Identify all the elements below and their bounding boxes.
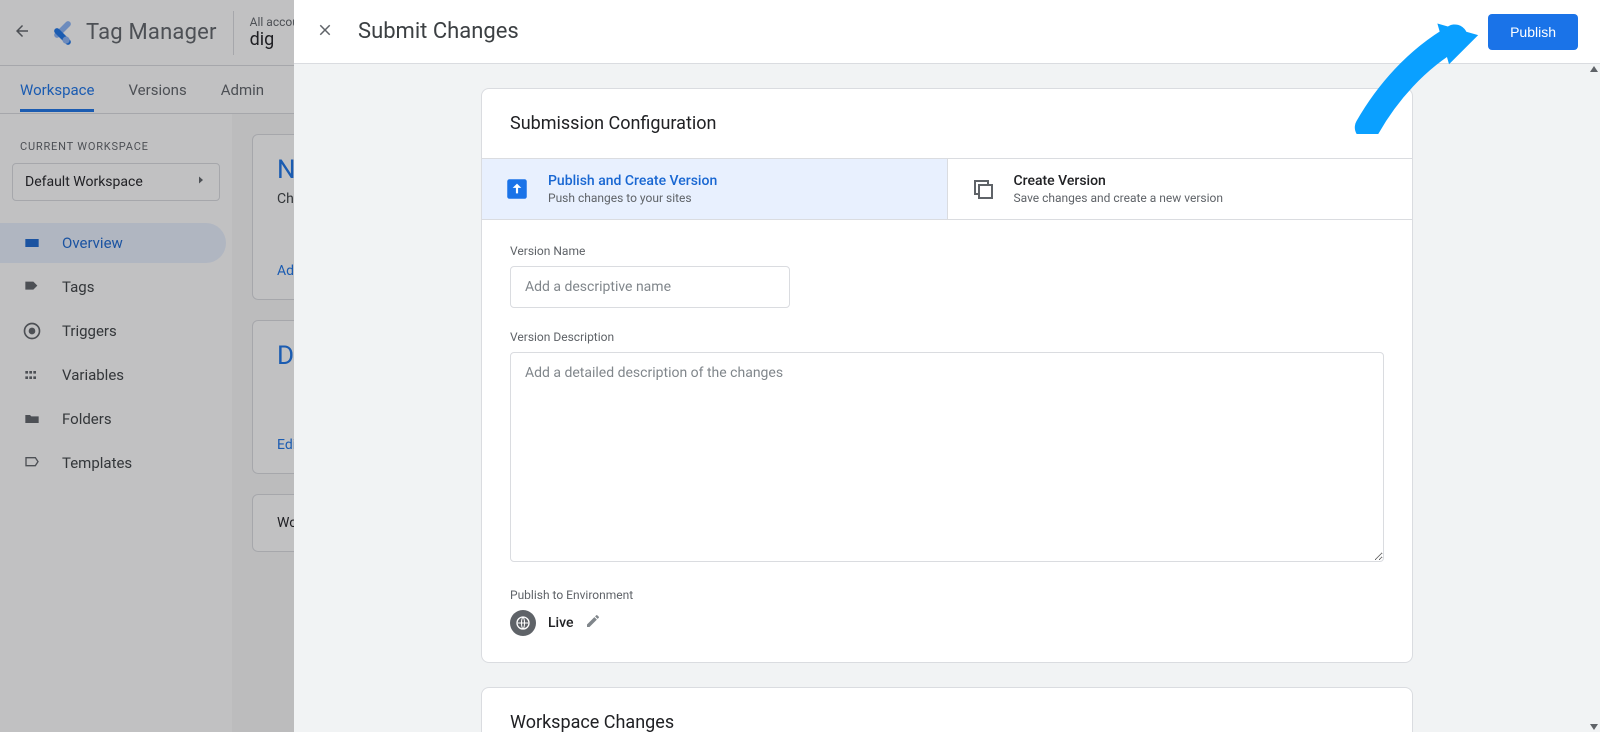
close-icon xyxy=(316,21,334,39)
form-area: Version Name Version Description Publish… xyxy=(482,220,1412,662)
version-description-label: Version Description xyxy=(510,330,1384,344)
workspace-changes-card: Workspace Changes xyxy=(481,687,1413,732)
segment-publish-title: Publish and Create Version xyxy=(548,173,717,189)
segment-publish-create[interactable]: Publish and Create Version Push changes … xyxy=(482,159,947,219)
submit-changes-panel: Submit Changes Publish Submission Config… xyxy=(294,0,1600,732)
panel-header: Submit Changes Publish xyxy=(294,0,1600,64)
submission-config-card: Submission Configuration Publish and Cre… xyxy=(481,88,1413,663)
edit-environment-button[interactable] xyxy=(585,613,601,633)
scrollbar-track[interactable] xyxy=(1586,64,1600,732)
segment-create-version[interactable]: Create Version Save changes and create a… xyxy=(947,159,1413,219)
environment-icon xyxy=(510,610,536,636)
version-name-label: Version Name xyxy=(510,244,1384,258)
submission-config-heading: Submission Configuration xyxy=(510,113,1384,134)
create-version-icon xyxy=(970,176,996,202)
segment-version-sub: Save changes and create a new version xyxy=(1014,191,1223,205)
publish-upload-icon xyxy=(504,176,530,202)
environment-row: Live xyxy=(510,610,1384,636)
panel-title: Submit Changes xyxy=(358,19,519,44)
segment-publish-sub: Push changes to your sites xyxy=(548,191,717,205)
environment-name: Live xyxy=(548,615,573,631)
segment-version-title: Create Version xyxy=(1014,173,1223,189)
pencil-icon xyxy=(585,613,601,629)
workspace-changes-heading: Workspace Changes xyxy=(510,712,1384,732)
version-description-textarea[interactable] xyxy=(510,352,1384,562)
publish-button[interactable]: Publish xyxy=(1488,14,1578,50)
version-name-input[interactable] xyxy=(510,266,790,308)
segmented-control: Publish and Create Version Push changes … xyxy=(482,158,1412,220)
close-button[interactable] xyxy=(316,20,340,44)
publish-environment-label: Publish to Environment xyxy=(510,588,1384,602)
scroll-down-icon xyxy=(1590,724,1598,730)
panel-scroll[interactable]: Submission Configuration Publish and Cre… xyxy=(294,64,1600,732)
panel-body: Submission Configuration Publish and Cre… xyxy=(294,64,1600,732)
scroll-up-icon xyxy=(1590,66,1598,72)
